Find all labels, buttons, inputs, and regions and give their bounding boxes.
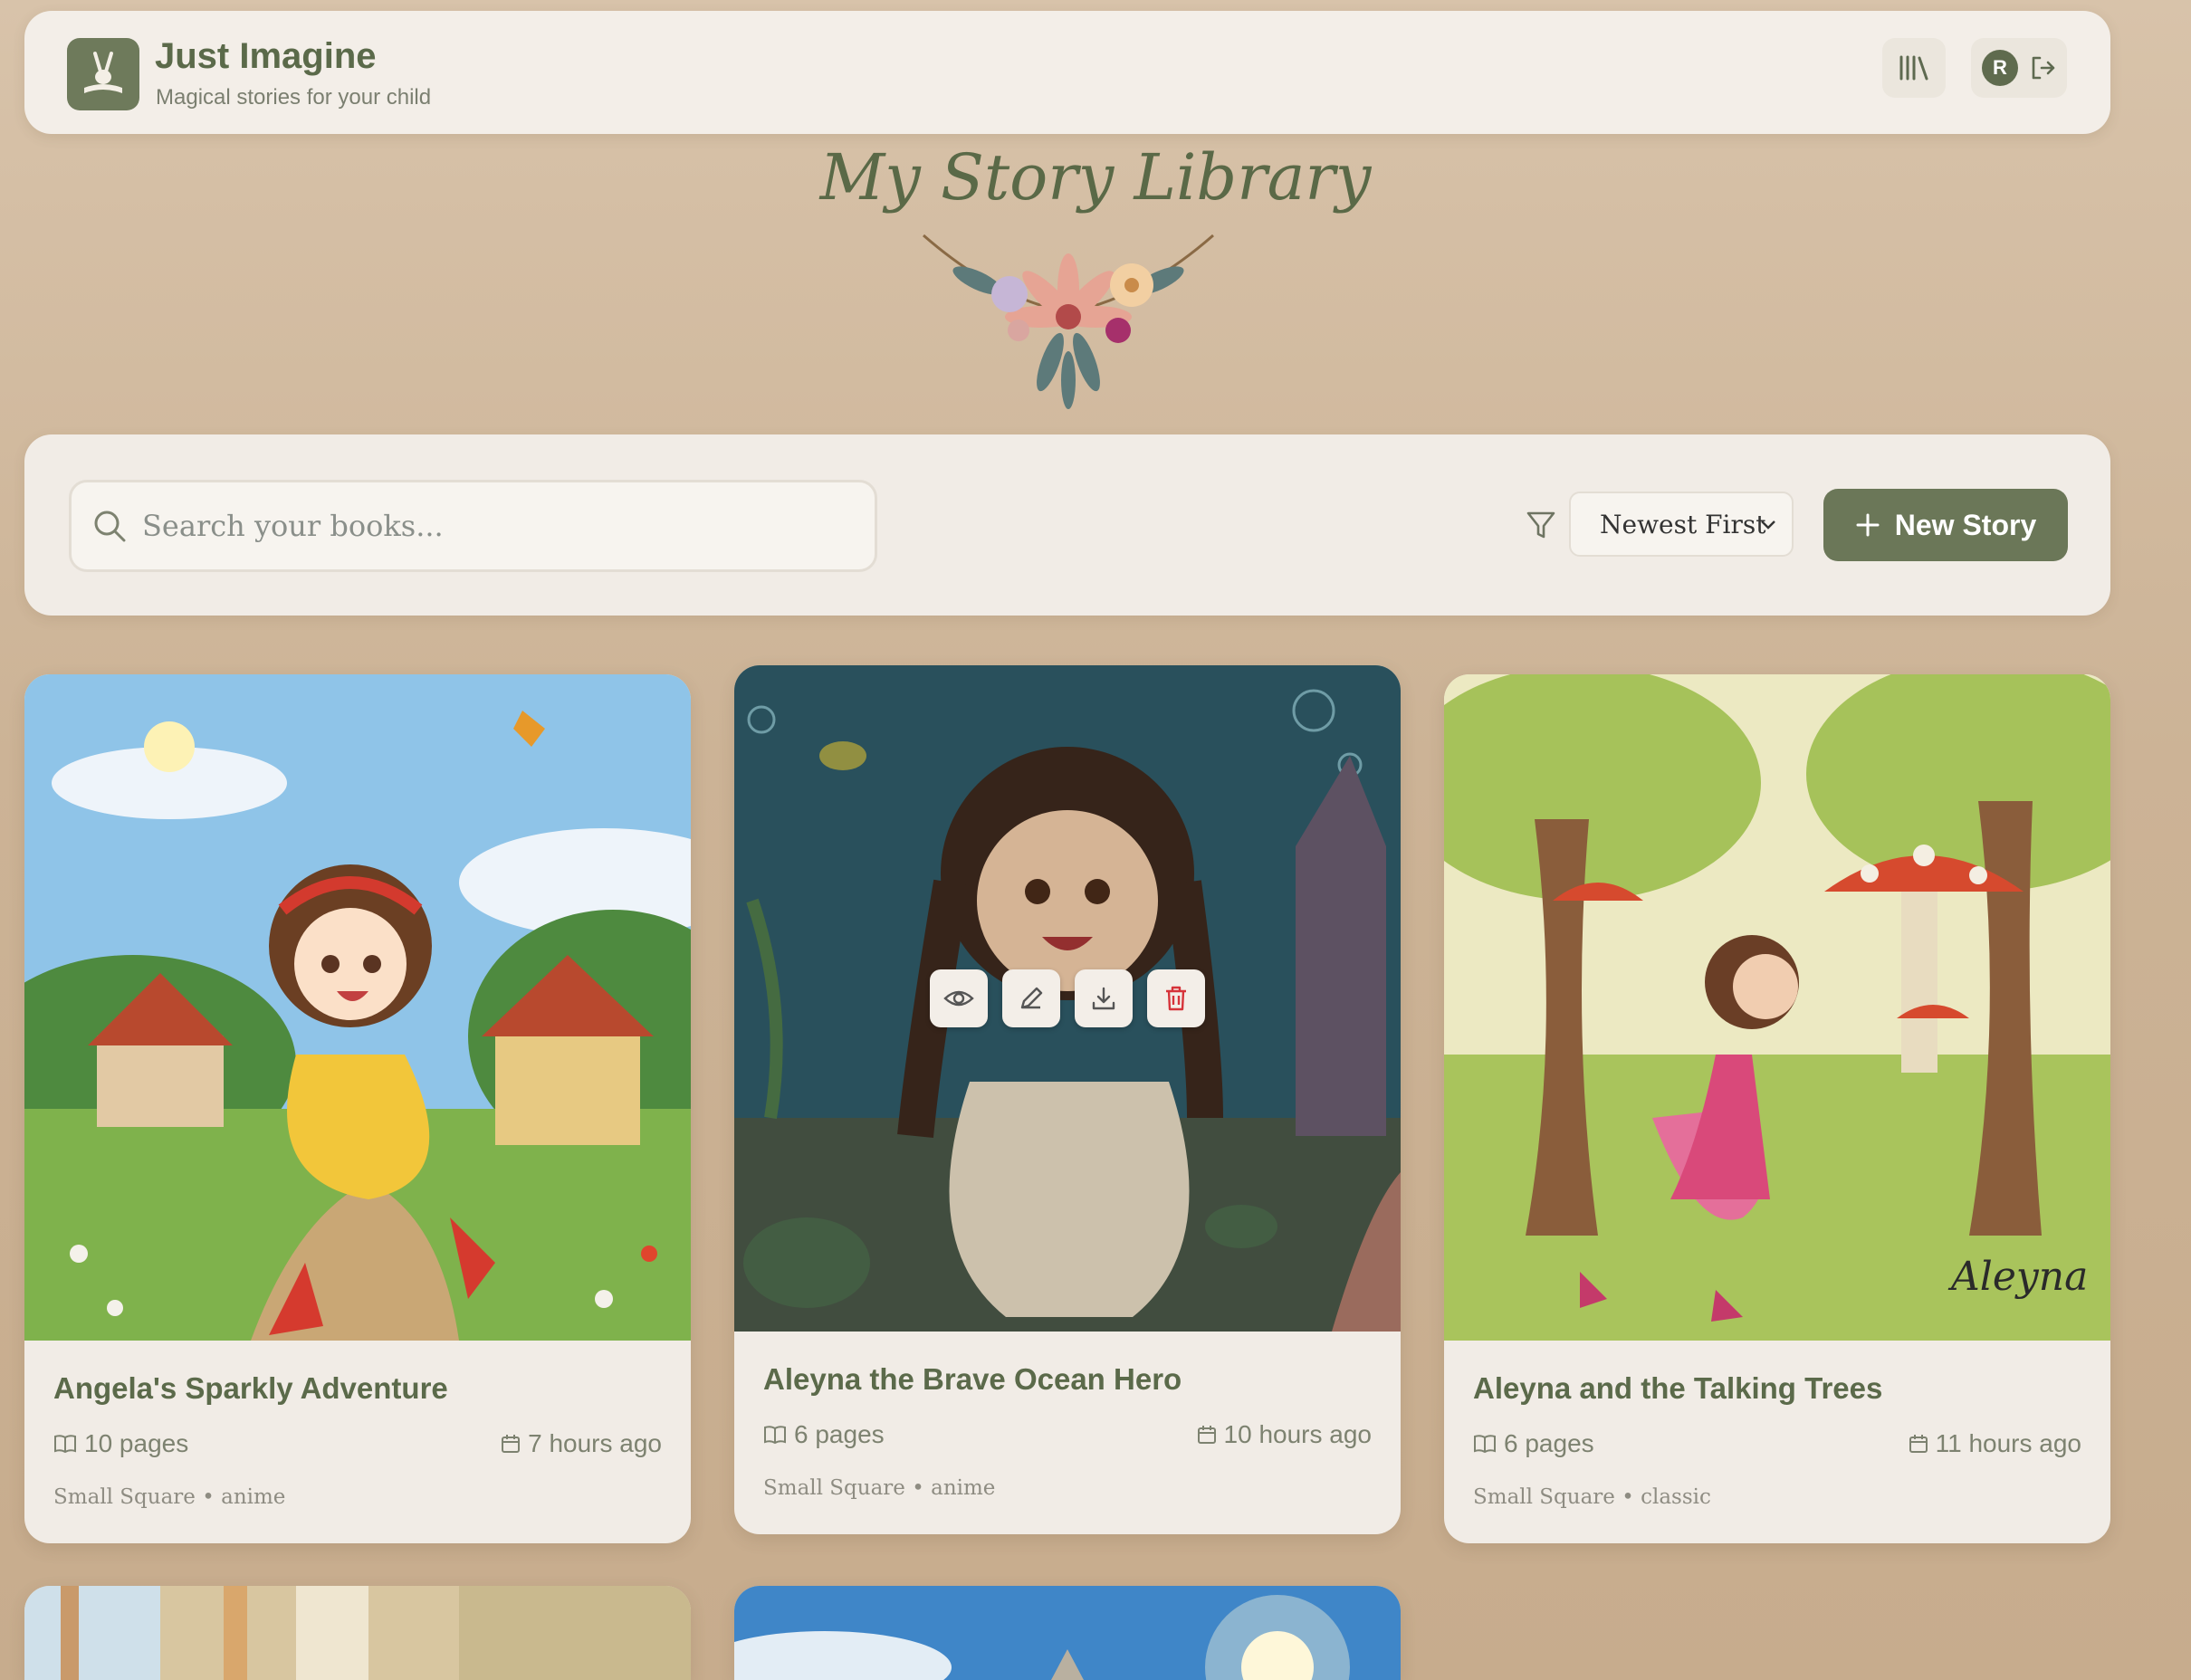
- book-cover[interactable]: [734, 1586, 1401, 1680]
- eye-icon: [943, 990, 974, 1007]
- floral-ornament: [923, 234, 1214, 409]
- delete-button[interactable]: [1147, 969, 1205, 1027]
- new-story-button[interactable]: New Story: [1823, 489, 2068, 561]
- book-open-icon: [1474, 1435, 1496, 1454]
- page-count: 6 pages: [763, 1420, 885, 1449]
- created-time: 7 hours ago: [501, 1429, 662, 1458]
- signature-text: Aleyna: [1947, 1254, 2088, 1300]
- book-card[interactable]: [24, 1586, 691, 1680]
- book-cover[interactable]: [24, 674, 691, 1341]
- book-tags: Small Square • anime: [53, 1485, 286, 1509]
- page-count: 6 pages: [1473, 1429, 1594, 1458]
- book-open-icon: [764, 1426, 786, 1445]
- filter-icon[interactable]: [1525, 509, 1557, 541]
- created-time: 11 hours ago: [1909, 1429, 2081, 1458]
- download-button[interactable]: [1075, 969, 1133, 1027]
- calendar-icon: [502, 1435, 521, 1453]
- sort-select-value: Newest First: [1600, 509, 1766, 539]
- book-cover[interactable]: Aleyna: [1444, 674, 2110, 1341]
- created-time: 10 hours ago: [1197, 1420, 1372, 1449]
- logout-icon[interactable]: [2029, 54, 2056, 81]
- created-time-text: 7 hours ago: [528, 1429, 662, 1457]
- sort-select[interactable]: Newest First: [1569, 492, 1794, 557]
- book-cover[interactable]: [24, 1586, 691, 1680]
- page-count-text: 6 pages: [1504, 1429, 1594, 1457]
- trash-icon: [1166, 986, 1186, 1011]
- book-card[interactable]: Aleyna Aleyna and the Talking Trees 6 pa…: [1444, 674, 2110, 1543]
- book-title[interactable]: Aleyna and the Talking Trees: [1473, 1371, 1882, 1406]
- cover-illustration-girl-meadow: [24, 674, 691, 1341]
- book-tags: Small Square • anime: [763, 1476, 996, 1500]
- edit-button[interactable]: [1002, 969, 1060, 1027]
- new-story-label: New Story: [1894, 508, 2037, 541]
- chevron-down-icon: [1761, 520, 1775, 530]
- calendar-icon: [1197, 1426, 1216, 1444]
- book-card[interactable]: Aleyna the Brave Ocean Hero 6 pages 10 h…: [734, 665, 1401, 1534]
- library-toolbar: Newest First New Story: [24, 434, 2110, 616]
- page-count: 10 pages: [53, 1429, 188, 1458]
- created-time-text: 10 hours ago: [1223, 1420, 1372, 1448]
- app-subtitle: Magical stories for your child: [156, 85, 432, 110]
- download-icon: [1092, 987, 1115, 1010]
- cover-illustration-girl-forest: Aleyna: [1444, 674, 2110, 1341]
- library-icon: [1899, 55, 1928, 81]
- search-box[interactable]: [69, 480, 877, 572]
- plus-icon: [1856, 513, 1880, 537]
- book-title[interactable]: Angela's Sparkly Adventure: [53, 1371, 448, 1406]
- app-title: Just Imagine: [155, 36, 377, 76]
- book-cover[interactable]: [734, 665, 1401, 1332]
- book-card[interactable]: Angela's Sparkly Adventure 10 pages 7 ho…: [24, 674, 691, 1543]
- book-title[interactable]: Aleyna the Brave Ocean Hero: [763, 1362, 1182, 1397]
- book-open-icon: [54, 1435, 76, 1454]
- calendar-icon: [1909, 1435, 1928, 1453]
- cover-illustration-girl-underwater: [734, 665, 1401, 1332]
- search-input[interactable]: [142, 482, 857, 569]
- view-button[interactable]: [930, 969, 988, 1027]
- book-card[interactable]: [734, 1586, 1401, 1680]
- created-time-text: 11 hours ago: [1935, 1429, 2081, 1457]
- page-count-text: 6 pages: [794, 1420, 885, 1448]
- page-title: My Story Library: [819, 140, 1372, 215]
- library-button[interactable]: [1882, 38, 1946, 98]
- avatar[interactable]: R: [1982, 50, 2018, 86]
- book-tags: Small Square • classic: [1473, 1485, 1711, 1509]
- app-header: Just Imagine Magical stories for your ch…: [24, 11, 2110, 134]
- pencil-icon: [1020, 987, 1043, 1009]
- bunny-book-icon: [84, 52, 122, 93]
- app-logo[interactable]: [67, 38, 139, 110]
- user-menu[interactable]: R: [1971, 38, 2067, 98]
- search-icon: [94, 511, 126, 542]
- page-count-text: 10 pages: [84, 1429, 189, 1457]
